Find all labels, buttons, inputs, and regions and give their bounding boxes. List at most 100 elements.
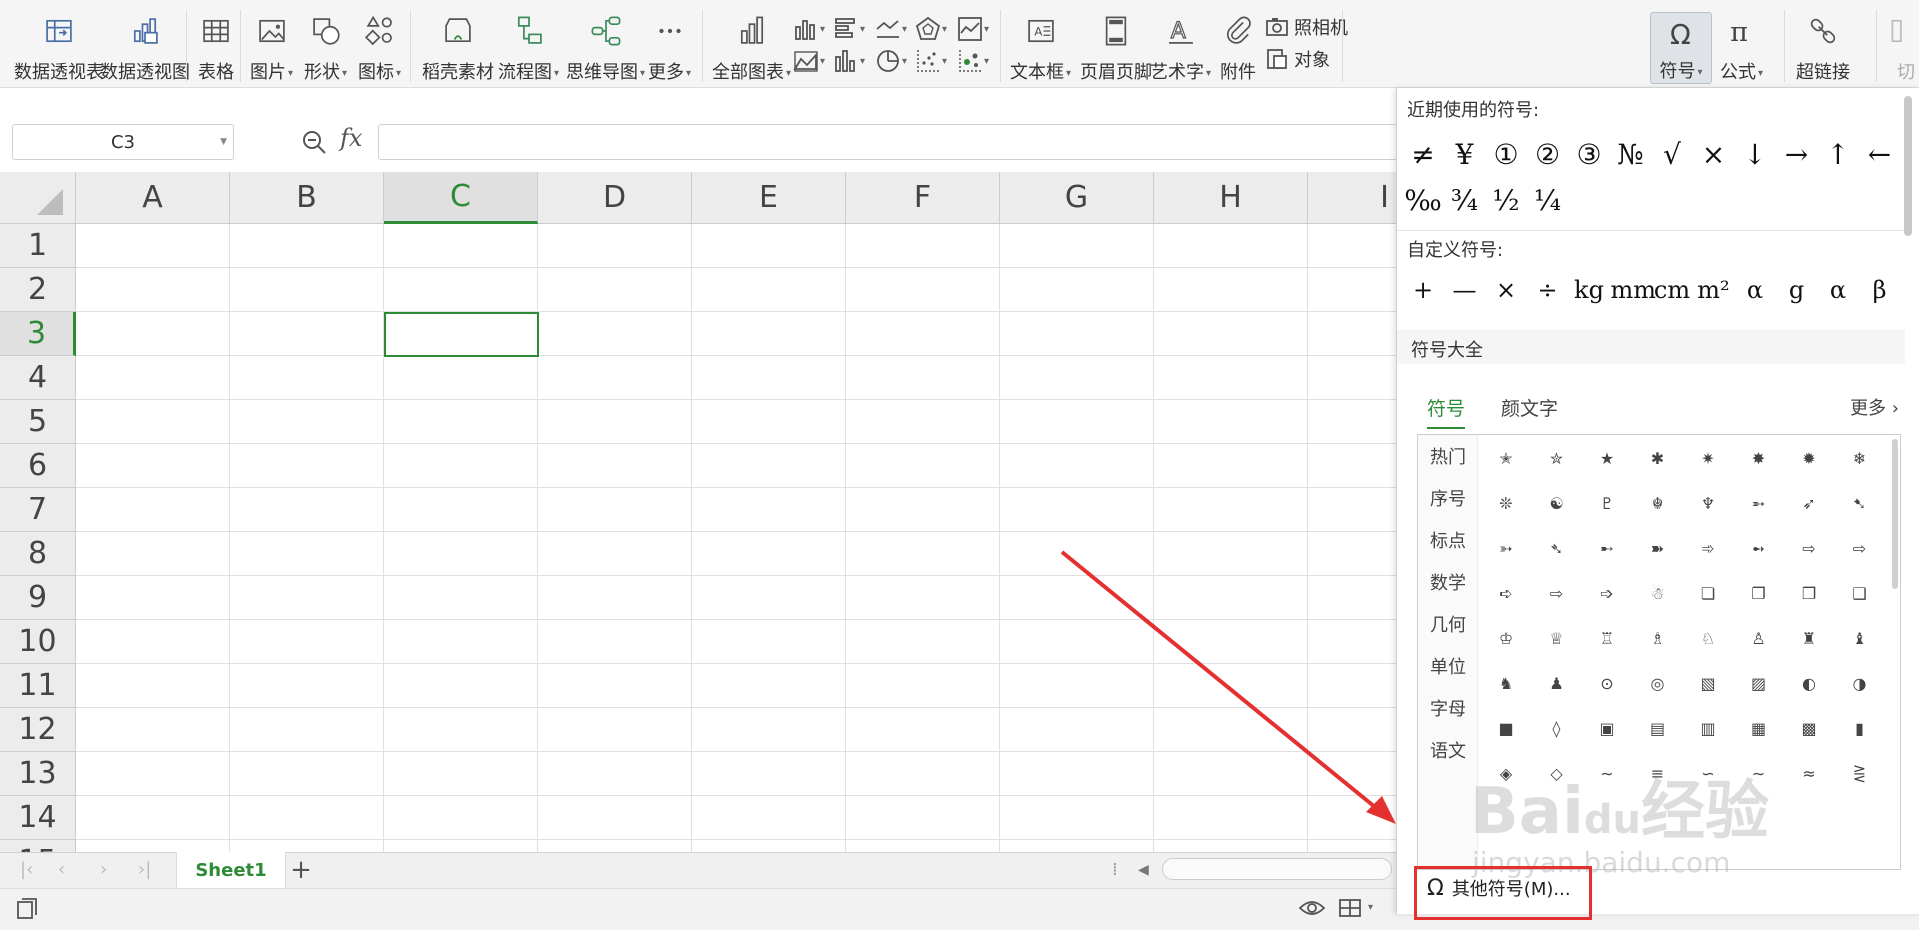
symbol-grid-item[interactable]: ➷	[1842, 488, 1878, 518]
cell-c14[interactable]	[384, 796, 538, 840]
symbol-grid-item[interactable]: ◊	[1539, 713, 1575, 743]
cell-h13[interactable]	[1154, 752, 1308, 796]
symbol-grid-item[interactable]: ⇨	[1842, 533, 1878, 563]
symbol-grid-item[interactable]: ≡	[1640, 758, 1676, 788]
cell-b7[interactable]	[230, 488, 384, 532]
pivot-table-button[interactable]: 数据透视表	[14, 10, 104, 84]
symbol-grid-item[interactable]: ♝	[1842, 623, 1878, 653]
symbol-item[interactable]: ‰	[1403, 184, 1443, 217]
cell-i2[interactable]	[1308, 268, 1400, 312]
cell-d14[interactable]	[538, 796, 692, 840]
cell-b2[interactable]	[230, 268, 384, 312]
cell-f7[interactable]	[846, 488, 1000, 532]
cell-d10[interactable]	[538, 620, 692, 664]
symbol-grid-item[interactable]: ◈	[1488, 758, 1524, 788]
cell-h5[interactable]	[1154, 400, 1308, 444]
daoke-material-button[interactable]: 稻壳素材	[422, 10, 494, 84]
cell-i8[interactable]	[1308, 532, 1400, 576]
cell-d12[interactable]	[538, 708, 692, 752]
cell-d5[interactable]	[538, 400, 692, 444]
symbol-grid-item[interactable]: ▮	[1842, 713, 1878, 743]
symbol-item[interactable]: ②	[1528, 138, 1568, 171]
cell-h3[interactable]	[1154, 312, 1308, 356]
cell-g3[interactable]	[1000, 312, 1154, 356]
horizontal-scrollbar[interactable]	[1162, 858, 1392, 880]
cell-a13[interactable]	[76, 752, 230, 796]
cell-h6[interactable]	[1154, 444, 1308, 488]
mindmap-button[interactable]: 思维导图 ▾	[566, 10, 645, 84]
cell-b14[interactable]	[230, 796, 384, 840]
symbol-grid-item[interactable]: ▨	[1741, 668, 1777, 698]
symbol-item[interactable]: mm	[1611, 276, 1657, 304]
row-header-13[interactable]: 13	[0, 752, 76, 796]
symbol-grid-item[interactable]: ✹	[1791, 443, 1827, 473]
row-header-14[interactable]: 14	[0, 796, 76, 840]
symbol-grid-item[interactable]: ♙	[1741, 623, 1777, 653]
next-sheet-arrow[interactable]: ›	[100, 859, 107, 880]
cell-f2[interactable]	[846, 268, 1000, 312]
cell-a15[interactable]	[76, 840, 230, 852]
symbol-item[interactable]: ≠	[1403, 138, 1443, 171]
symbol-grid-item[interactable]: ▩	[1791, 713, 1827, 743]
cell-h14[interactable]	[1154, 796, 1308, 840]
cell-g15[interactable]	[1000, 840, 1154, 852]
cell-i1[interactable]	[1308, 224, 1400, 268]
symbol-item[interactable]: ¥	[1445, 138, 1485, 171]
symbol-button[interactable]: Ω 符号 ▾	[1650, 12, 1712, 84]
symbol-grid-item[interactable]: ♇	[1589, 488, 1625, 518]
cell-c4[interactable]	[384, 356, 538, 400]
symbol-grid-item[interactable]: ➴	[1539, 533, 1575, 563]
cell-d15[interactable]	[538, 840, 692, 852]
sheet-tab[interactable]: Sheet1	[176, 852, 286, 888]
symbol-grid-item[interactable]: ⊙	[1589, 668, 1625, 698]
symbol-grid-item[interactable]: ♟	[1539, 668, 1575, 698]
hyperlink-button[interactable]: 超链接	[1796, 10, 1850, 84]
cell-f11[interactable]	[846, 664, 1000, 708]
line-chart-button[interactable]: ▾	[874, 14, 914, 44]
symbol-item[interactable]: ×	[1694, 138, 1734, 171]
cell-f8[interactable]	[846, 532, 1000, 576]
macro-record-icon[interactable]	[14, 896, 40, 922]
cell-a14[interactable]	[76, 796, 230, 840]
radar-chart-button[interactable]: ▾	[914, 14, 954, 44]
cell-d7[interactable]	[538, 488, 692, 532]
formula-input[interactable]	[378, 124, 1398, 160]
cell-b12[interactable]	[230, 708, 384, 752]
cell-c11[interactable]	[384, 664, 538, 708]
symbol-item[interactable]: →	[1777, 138, 1817, 171]
cell-i4[interactable]	[1308, 356, 1400, 400]
cell-e14[interactable]	[692, 796, 846, 840]
cell-g11[interactable]	[1000, 664, 1154, 708]
symbol-grid-item[interactable]: ➩	[1589, 578, 1625, 608]
cell-h10[interactable]	[1154, 620, 1308, 664]
symbol-grid-item[interactable]: ✮	[1539, 443, 1575, 473]
symbol-grid-item[interactable]: ➵	[1741, 488, 1777, 518]
symbol-grid-item[interactable]: ➾	[1690, 533, 1726, 563]
symbol-grid-item[interactable]: ◎	[1640, 668, 1676, 698]
symbol-grid-item[interactable]: ➶	[1791, 488, 1827, 518]
name-box-dropdown-icon[interactable]: ▼	[220, 137, 227, 147]
add-sheet-button[interactable]: +	[284, 852, 318, 888]
symbol-item[interactable]: +	[1403, 276, 1443, 304]
cell-e9[interactable]	[692, 576, 846, 620]
column-header-a[interactable]: A	[76, 172, 230, 224]
cell-i6[interactable]	[1308, 444, 1400, 488]
cell-d6[interactable]	[538, 444, 692, 488]
symbol-item[interactable]: g	[1777, 276, 1817, 304]
cell-g14[interactable]	[1000, 796, 1154, 840]
cut-partial-button[interactable]: 切	[1886, 10, 1919, 84]
symbol-grid-item[interactable]: ▣	[1589, 713, 1625, 743]
symbol-grid-item[interactable]: ➳	[1488, 533, 1524, 563]
cell-f13[interactable]	[846, 752, 1000, 796]
cell-a8[interactable]	[76, 532, 230, 576]
view-mode-icon[interactable]	[1336, 894, 1364, 922]
cell-e10[interactable]	[692, 620, 846, 664]
cell-b5[interactable]	[230, 400, 384, 444]
cell-c12[interactable]	[384, 708, 538, 752]
hscroll-divider[interactable]: ⁞	[1112, 859, 1118, 880]
scroll-left-arrow[interactable]: ◀	[1138, 862, 1149, 878]
select-all-corner[interactable]	[0, 172, 76, 224]
symbol-grid-scrollbar[interactable]	[1892, 439, 1898, 589]
symbol-item[interactable]: α	[1818, 276, 1858, 304]
symbol-grid-item[interactable]: ☃	[1640, 578, 1676, 608]
